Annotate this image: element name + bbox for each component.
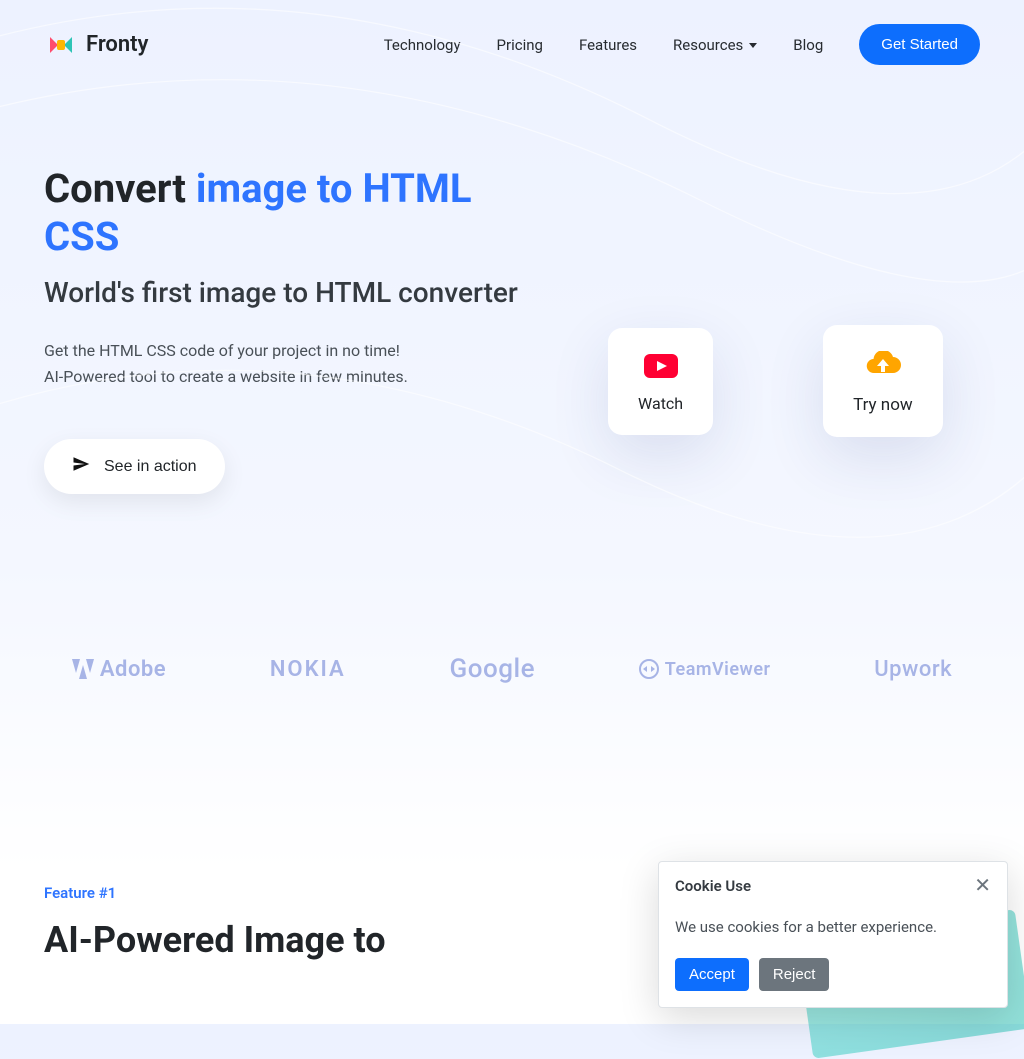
nav-link-features[interactable]: Features [579, 36, 637, 54]
cookie-title: Cookie Use [675, 877, 751, 895]
logo-teamviewer-text: TeamViewer [665, 659, 771, 680]
nav-link-resources[interactable]: Resources [673, 36, 757, 54]
watch-card[interactable]: Watch [608, 328, 713, 435]
nav-link-resources-label: Resources [673, 36, 743, 54]
logo-adobe: Adobe [72, 657, 166, 682]
nav-link-pricing[interactable]: Pricing [497, 36, 543, 54]
brand-logo-icon [44, 35, 78, 55]
paper-plane-icon [72, 455, 90, 478]
hero-title: Convert image to HTML CSS [44, 165, 531, 261]
get-started-button[interactable]: Get Started [859, 24, 980, 65]
logo-upwork: Upwork [874, 657, 952, 682]
logo-google: Google [450, 654, 536, 684]
hero-cards: Watch Try now [571, 165, 980, 437]
cookie-accept-button[interactable]: Accept [675, 958, 749, 991]
close-icon: ✕ [974, 875, 991, 897]
hero-subtitle: World's first image to HTML converter [44, 275, 531, 310]
logo-teamviewer: TeamViewer [639, 659, 771, 680]
chevron-down-icon [749, 43, 757, 48]
cookie-reject-button[interactable]: Reject [759, 958, 830, 991]
cookie-banner: Cookie Use ✕ We use cookies for a better… [658, 861, 1008, 1008]
logo-nokia: NOKIA [270, 657, 346, 682]
nav-link-technology[interactable]: Technology [384, 36, 461, 54]
cloud-upload-icon [863, 351, 903, 383]
hero-section: Convert image to HTML CSS World's first … [0, 65, 1024, 534]
navbar: Fronty Technology Pricing Features Resou… [0, 0, 1024, 65]
see-in-action-button[interactable]: See in action [44, 439, 225, 494]
hero-description: Get the HTML CSS code of your project in… [44, 338, 464, 389]
hero-text: Convert image to HTML CSS World's first … [44, 165, 531, 494]
partner-logos: Adobe NOKIA Google TeamViewer Upwork [0, 534, 1024, 724]
brand-name: Fronty [86, 32, 148, 57]
watch-card-label: Watch [638, 394, 683, 413]
see-in-action-label: See in action [104, 458, 197, 476]
hero-title-prefix: Convert [44, 165, 196, 212]
cookie-close-button[interactable]: ✕ [974, 876, 991, 896]
nav-links: Technology Pricing Features Resources Bl… [384, 24, 980, 65]
try-now-card[interactable]: Try now [823, 325, 943, 437]
youtube-icon [644, 354, 678, 382]
try-now-card-label: Try now [853, 395, 913, 415]
hero-desc-line1: Get the HTML CSS code of your project in… [44, 341, 400, 360]
cookie-text: We use cookies for a better experience. [675, 918, 991, 936]
logo-adobe-text: Adobe [100, 657, 166, 682]
hero-desc-line2: AI-Powered tool to create a website in f… [44, 367, 408, 386]
nav-link-blog[interactable]: Blog [793, 36, 823, 54]
brand[interactable]: Fronty [44, 32, 148, 57]
